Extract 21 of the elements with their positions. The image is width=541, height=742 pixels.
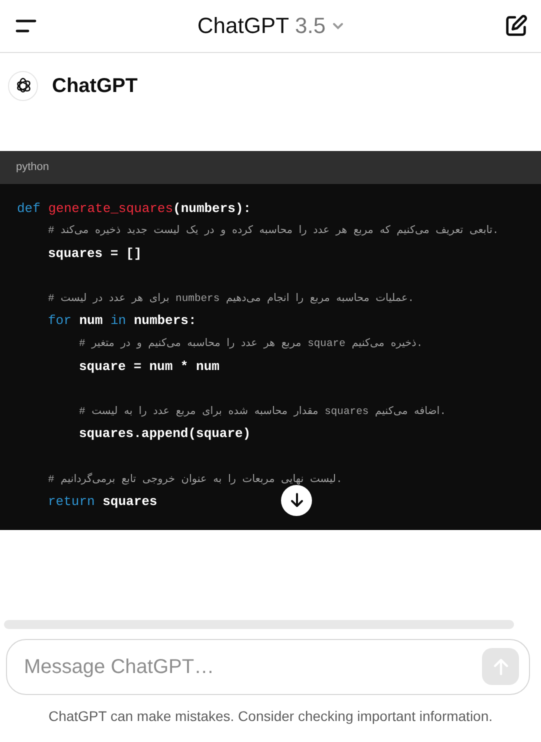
code-line: return squares <box>48 493 158 512</box>
author-name: ChatGPT <box>52 74 138 99</box>
code-comment: # مربع هر عدد را محاسبه می‌کنیم و در متغیر square ذخیره می‌کنیم. <box>79 337 423 352</box>
code-line: for num in numbers: <box>48 312 196 330</box>
code-line: squares.append(square) <box>79 425 251 444</box>
code-comment: # برای هر عدد در لیست numbers عملیات محاسبه مربع را انجام می‌دهیم. <box>48 292 414 307</box>
arrow-up-icon <box>492 658 508 676</box>
code-line: def generate_squares(numbers): <box>17 200 252 218</box>
code-comment: # لیست نهایی مربعات را به عنوان خروجی تابع برمی‌گردانیم. <box>48 472 342 488</box>
code-comment: # مقدار محاسبه شده برای مربع عدد را به لیست squares اضافه می‌کنیم. <box>79 404 446 420</box>
chevron-down-icon <box>332 22 344 30</box>
model-selector[interactable]: ChatGPT 3.5 <box>195 10 346 42</box>
code-line: square = num * num <box>79 358 220 376</box>
disclaimer-text: ChatGPT can make mistakes. Consider checking important information. <box>47 706 494 726</box>
code-language-label: python <box>0 151 541 184</box>
message-composer[interactable]: Message ChatGPT… <box>6 638 530 695</box>
message-field[interactable]: Message ChatGPT… <box>22 650 482 683</box>
code-line: squares = [] <box>48 244 142 263</box>
code-comment: # تابعی تعریف می‌کنیم که مربع هر عدد را محاسبه کرده و در یک لیست جدید ذخیره می‌کند. <box>48 224 499 240</box>
arrow-down-icon <box>290 492 304 508</box>
menu-icon <box>14 17 38 35</box>
